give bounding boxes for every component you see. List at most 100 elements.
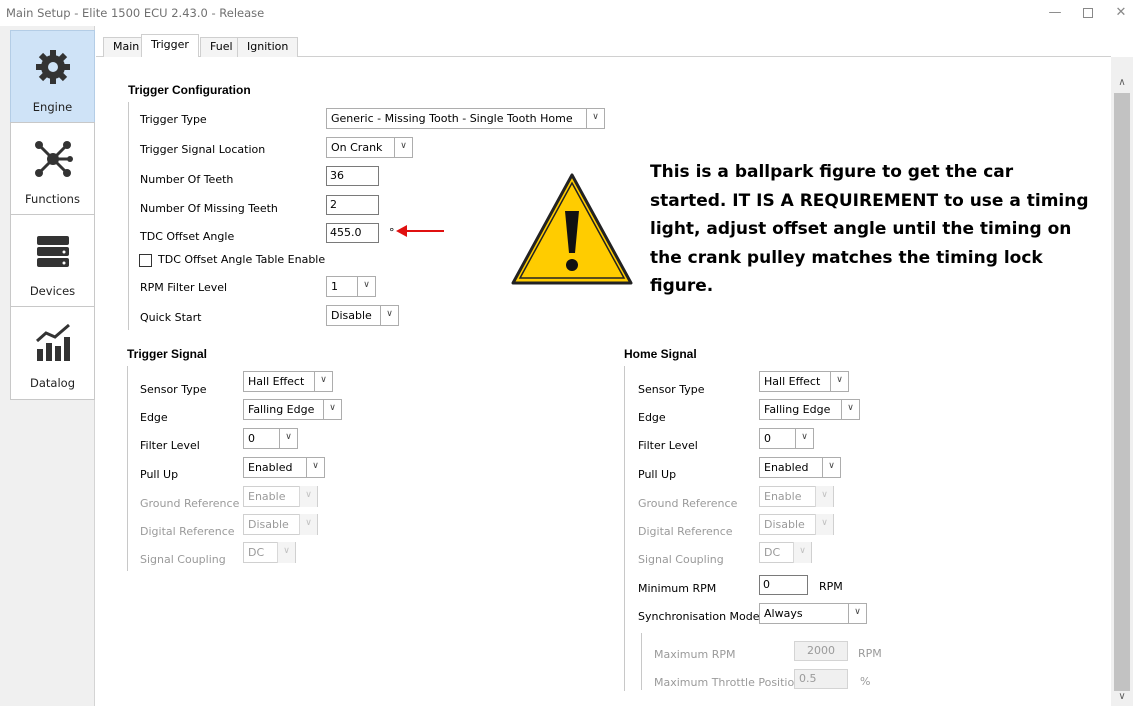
hs-digital-value: Disable <box>764 518 805 531</box>
group-line <box>127 366 128 571</box>
hs-min-rpm-unit: RPM <box>819 580 843 593</box>
nav-item-functions[interactable]: Functions <box>10 122 95 216</box>
signal-location-select[interactable]: On Crank ∨ <box>326 137 413 158</box>
hs-edge-label: Edge <box>638 411 666 424</box>
hs-max-rpm-input[interactable]: 2000 <box>794 641 848 661</box>
ts-ground-label: Ground Reference <box>140 497 240 510</box>
chevron-down-icon: ∨ <box>306 457 324 478</box>
ts-edge-select[interactable]: Falling Edge ∨ <box>243 399 342 420</box>
chevron-down-icon: ∨ <box>299 514 317 535</box>
hs-filter-label: Filter Level <box>638 439 698 452</box>
chevron-down-icon: ∨ <box>822 457 840 478</box>
ts-pullup-select[interactable]: Enabled ∨ <box>243 457 325 478</box>
chevron-down-icon: ∨ <box>586 108 604 129</box>
tdc-table-enable-label: TDC Offset Angle Table Enable <box>158 253 326 266</box>
missing-teeth-input[interactable]: 2 <box>326 195 379 215</box>
scroll-down-icon[interactable]: ∨ <box>1116 691 1128 702</box>
ts-coupling-value: DC <box>248 546 265 559</box>
chevron-down-icon: ∨ <box>394 137 412 158</box>
close-button[interactable]: ✕ <box>1111 4 1131 22</box>
ts-filter-select[interactable]: 0 ∨ <box>243 428 298 449</box>
trigger-type-select[interactable]: Generic - Missing Tooth - Single Tooth H… <box>326 108 605 129</box>
chevron-down-icon: ∨ <box>279 428 297 449</box>
nav-item-devices[interactable]: Devices <box>10 214 95 308</box>
hs-coupling-value: DC <box>764 546 781 559</box>
ts-ground-value: Enable <box>248 490 286 503</box>
hs-min-rpm-label: Minimum RPM <box>638 582 717 595</box>
tdc-offset-label: TDC Offset Angle <box>140 230 235 243</box>
chevron-down-icon: ∨ <box>841 399 859 420</box>
group-line <box>641 633 642 690</box>
hs-max-rpm-unit: RPM <box>858 647 882 660</box>
ts-ground-select[interactable]: Enable ∨ <box>243 486 318 507</box>
scroll-thumb[interactable] <box>1114 93 1130 691</box>
trigger-signal-title: Trigger Signal <box>127 347 208 361</box>
hs-ground-select[interactable]: Enable ∨ <box>759 486 834 507</box>
signal-location-value: On Crank <box>331 141 383 154</box>
trigger-type-label: Trigger Type <box>140 113 207 126</box>
chevron-down-icon: ∨ <box>793 542 811 563</box>
network-icon <box>35 141 73 177</box>
title-bar: Main Setup - Elite 1500 ECU 2.43.0 - Rel… <box>0 0 1133 26</box>
home-signal-title: Home Signal <box>624 347 697 361</box>
ts-coupling-select[interactable]: DC ∨ <box>243 542 296 563</box>
server-icon <box>37 236 69 267</box>
timing-note: This is a ballpark figure to get the car… <box>650 162 1089 296</box>
chevron-down-icon: ∨ <box>795 428 813 449</box>
trigger-config-title: Trigger Configuration <box>128 83 251 97</box>
hs-ground-label: Ground Reference <box>638 497 738 510</box>
nav-label-engine: Engine <box>32 100 73 114</box>
vertical-scrollbar[interactable]: ∧ ∨ <box>1111 57 1133 706</box>
hs-edge-value: Falling Edge <box>764 403 831 416</box>
chevron-down-icon: ∨ <box>815 514 833 535</box>
ts-edge-value: Falling Edge <box>248 403 315 416</box>
hs-max-tp-unit: % <box>860 675 871 688</box>
hs-sync-select[interactable]: Always ∨ <box>759 603 867 624</box>
minimize-button[interactable]: — <box>1045 4 1065 22</box>
hs-digital-select[interactable]: Disable ∨ <box>759 514 834 535</box>
tab-ignition[interactable]: Ignition <box>237 37 299 57</box>
chevron-down-icon: ∨ <box>848 603 866 624</box>
ts-pullup-label: Pull Up <box>140 468 179 481</box>
hs-sensor-type-label: Sensor Type <box>638 383 705 396</box>
chevron-down-icon: ∨ <box>314 371 332 392</box>
group-line <box>624 366 625 691</box>
red-arrow-icon <box>396 225 444 237</box>
num-teeth-input[interactable]: 36 <box>326 166 379 186</box>
hs-pullup-label: Pull Up <box>638 468 677 481</box>
ts-digital-label: Digital Reference <box>140 525 235 538</box>
ts-edge-label: Edge <box>140 411 168 424</box>
tdc-offset-input[interactable]: 455.0 <box>326 223 379 243</box>
hs-sensor-type-value: Hall Effect <box>764 375 821 388</box>
rpm-filter-value: 1 <box>331 280 338 293</box>
degree-unit: ° <box>389 226 395 239</box>
maximize-button[interactable] <box>1078 4 1098 22</box>
hs-sensor-type-select[interactable]: Hall Effect ∨ <box>759 371 849 392</box>
quick-start-select[interactable]: Disable ∨ <box>326 305 399 326</box>
trigger-type-value: Generic - Missing Tooth - Single Tooth H… <box>331 112 573 125</box>
gear-icon <box>36 50 70 84</box>
ts-pullup-value: Enabled <box>248 461 293 474</box>
ts-digital-select[interactable]: Disable ∨ <box>243 514 318 535</box>
left-nav: Engine Functions Devices Datalog <box>0 26 95 706</box>
hs-coupling-select[interactable]: DC ∨ <box>759 542 812 563</box>
hs-edge-select[interactable]: Falling Edge ∨ <box>759 399 860 420</box>
nav-item-engine[interactable]: Engine <box>10 30 95 124</box>
tab-trigger[interactable]: Trigger <box>141 34 199 57</box>
hs-filter-select[interactable]: 0 ∨ <box>759 428 814 449</box>
hs-min-rpm-input[interactable]: 0 <box>759 575 808 595</box>
scroll-up-icon[interactable]: ∧ <box>1116 77 1128 88</box>
chevron-down-icon: ∨ <box>815 486 833 507</box>
hs-pullup-select[interactable]: Enabled ∨ <box>759 457 841 478</box>
ts-digital-value: Disable <box>248 518 289 531</box>
hs-max-tp-input[interactable]: 0.5 <box>794 669 848 689</box>
rpm-filter-select[interactable]: 1 ∨ <box>326 276 376 297</box>
tdc-table-enable-checkbox[interactable] <box>139 254 152 267</box>
hs-max-rpm-label: Maximum RPM <box>654 648 736 661</box>
chart-icon <box>36 323 70 361</box>
ts-coupling-label: Signal Coupling <box>140 553 226 566</box>
ts-sensor-type-select[interactable]: Hall Effect ∨ <box>243 371 333 392</box>
nav-item-datalog[interactable]: Datalog <box>10 306 95 400</box>
signal-location-label: Trigger Signal Location <box>140 143 266 156</box>
chevron-down-icon: ∨ <box>830 371 848 392</box>
